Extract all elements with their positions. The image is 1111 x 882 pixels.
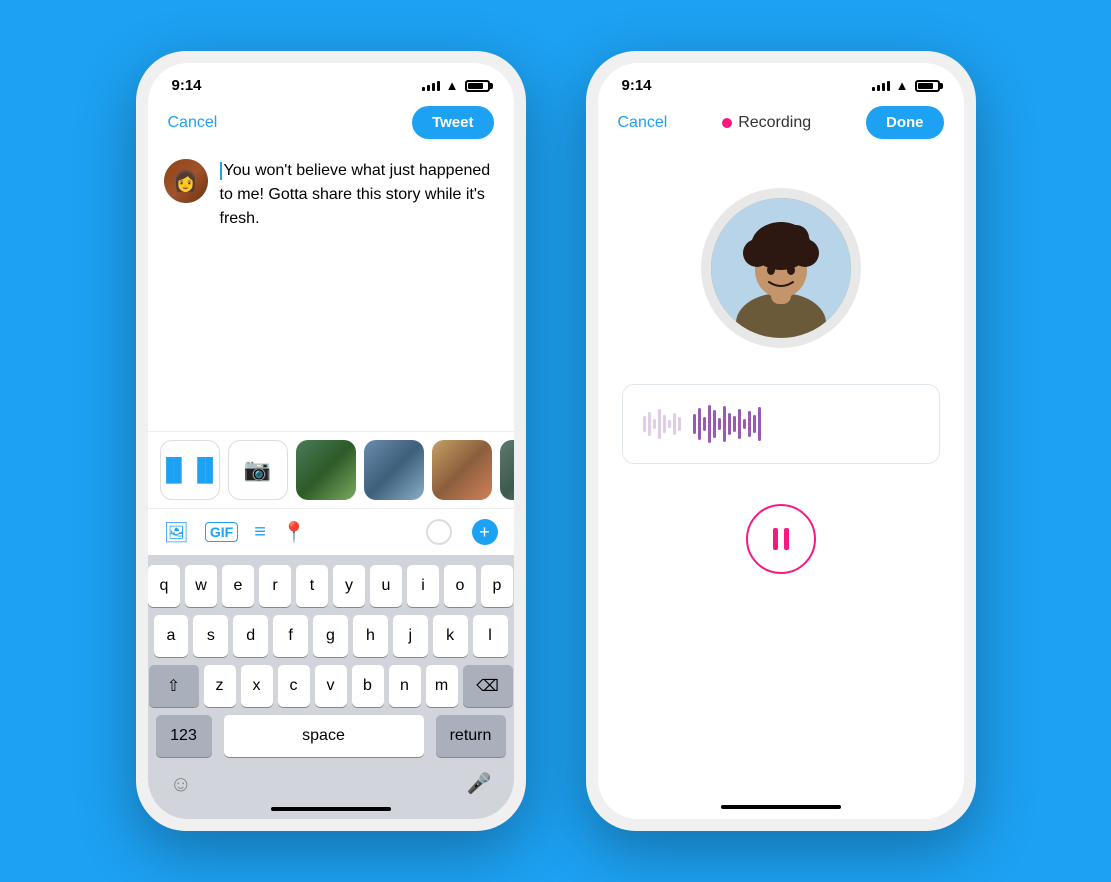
key-y[interactable]: y: [333, 565, 365, 607]
key-e[interactable]: e: [222, 565, 254, 607]
key-row-1: q w e r t y u i o p: [154, 565, 508, 607]
waveform-container: [622, 384, 940, 464]
key-u[interactable]: u: [370, 565, 402, 607]
key-row-4: 123 space return: [154, 715, 508, 757]
camera-icon: 📷: [244, 457, 271, 483]
phone-2: 9:14 ▲ Cancel Recording Done: [586, 51, 976, 831]
tweet-button[interactable]: Tweet: [412, 106, 493, 139]
signal-icon-1: [422, 81, 440, 91]
waveform-area: [598, 364, 964, 484]
compose-area: 👩 You won't believe what just happened t…: [148, 151, 514, 431]
recording-dot: [722, 118, 732, 128]
key-row-3: ⇧ z x c v b n m ⌫: [154, 665, 508, 707]
key-f[interactable]: f: [273, 615, 308, 657]
cancel-button-2[interactable]: Cancel: [618, 114, 668, 132]
waveform-active: [693, 405, 761, 443]
pause-button-area: [598, 484, 964, 604]
nav-bar-2: Cancel Recording Done: [598, 98, 964, 151]
recording-indicator: Recording: [722, 114, 811, 132]
done-button[interactable]: Done: [866, 106, 944, 139]
audio-avatar-area: [598, 151, 964, 364]
key-numbers[interactable]: 123: [156, 715, 212, 757]
key-l[interactable]: l: [473, 615, 508, 657]
home-indicator-1: [271, 807, 391, 811]
status-icons-1: ▲: [422, 78, 490, 93]
key-q[interactable]: q: [148, 565, 180, 607]
emoji-icon[interactable]: ☺: [170, 771, 192, 797]
status-time-1: 9:14: [172, 77, 202, 94]
key-o[interactable]: o: [444, 565, 476, 607]
compose-toolbar: 🖼 GIF ≡ 📍 +: [148, 508, 514, 555]
add-button[interactable]: +: [472, 519, 498, 545]
battery-icon-1: [465, 80, 490, 92]
key-i[interactable]: i: [407, 565, 439, 607]
home-indicator-2: [721, 805, 841, 809]
key-shift[interactable]: ⇧: [149, 665, 199, 707]
key-b[interactable]: b: [352, 665, 384, 707]
key-n[interactable]: n: [389, 665, 421, 707]
key-row-2: a s d f g h j k l: [154, 615, 508, 657]
nav-bar-1: Cancel Tweet: [148, 98, 514, 151]
status-icons-2: ▲: [872, 78, 940, 93]
cancel-button-1[interactable]: Cancel: [168, 114, 218, 132]
photo-thumb-2[interactable]: [364, 440, 424, 500]
key-c[interactable]: c: [278, 665, 310, 707]
key-t[interactable]: t: [296, 565, 328, 607]
key-m[interactable]: m: [426, 665, 458, 707]
photo-thumb-3[interactable]: [432, 440, 492, 500]
signal-icon-2: [872, 81, 890, 91]
media-picker: ▐▌▐▌ 📷: [148, 431, 514, 508]
key-z[interactable]: z: [204, 665, 236, 707]
wifi-icon-1: ▲: [446, 78, 459, 93]
keyboard: q w e r t y u i o p a s d f g h j k l: [148, 555, 514, 819]
text-cursor: [220, 162, 222, 180]
key-j[interactable]: j: [393, 615, 428, 657]
pause-bar-right: [784, 528, 789, 550]
mic-icon[interactable]: 🎤: [467, 771, 492, 797]
audio-avatar-image: [711, 198, 851, 338]
photo-thumb-4[interactable]: [500, 440, 514, 500]
key-v[interactable]: v: [315, 665, 347, 707]
key-a[interactable]: a: [154, 615, 189, 657]
location-icon[interactable]: 📍: [282, 520, 307, 545]
gif-button[interactable]: GIF: [205, 522, 238, 542]
waveform-past: [643, 409, 681, 439]
status-bar-1: 9:14 ▲: [148, 63, 514, 98]
thread-circle: [426, 519, 452, 545]
key-h[interactable]: h: [353, 615, 388, 657]
recording-label: Recording: [738, 114, 811, 132]
key-p[interactable]: p: [481, 565, 513, 607]
key-space[interactable]: space: [224, 715, 424, 757]
key-r[interactable]: r: [259, 565, 291, 607]
tweet-text-field[interactable]: You won't believe what just happened to …: [220, 159, 498, 423]
avatar-1: 👩: [164, 159, 208, 203]
phone-1: 9:14 ▲ Cancel Tweet 👩 You won't believ: [136, 51, 526, 831]
poll-icon[interactable]: ≡: [254, 521, 266, 544]
image-icon[interactable]: 🖼: [164, 520, 189, 545]
key-return[interactable]: return: [436, 715, 506, 757]
key-delete[interactable]: ⌫: [463, 665, 513, 707]
key-s[interactable]: s: [193, 615, 228, 657]
key-w[interactable]: w: [185, 565, 217, 607]
key-k[interactable]: k: [433, 615, 468, 657]
camera-button[interactable]: 📷: [228, 440, 288, 500]
pause-bar-left: [773, 528, 778, 550]
photo-thumb-1[interactable]: [296, 440, 356, 500]
audio-avatar-circle: [701, 188, 861, 348]
wifi-icon-2: ▲: [896, 78, 909, 93]
waveform-icon: ▐▌▐▌: [158, 457, 220, 483]
emoji-mic-row: ☺ 🎤: [154, 765, 508, 801]
pause-icon: [773, 528, 789, 550]
key-d[interactable]: d: [233, 615, 268, 657]
audio-button[interactable]: ▐▌▐▌: [160, 440, 220, 500]
battery-icon-2: [915, 80, 940, 92]
status-time-2: 9:14: [622, 77, 652, 94]
pause-button[interactable]: [746, 504, 816, 574]
key-x[interactable]: x: [241, 665, 273, 707]
key-g[interactable]: g: [313, 615, 348, 657]
status-bar-2: 9:14 ▲: [598, 63, 964, 98]
